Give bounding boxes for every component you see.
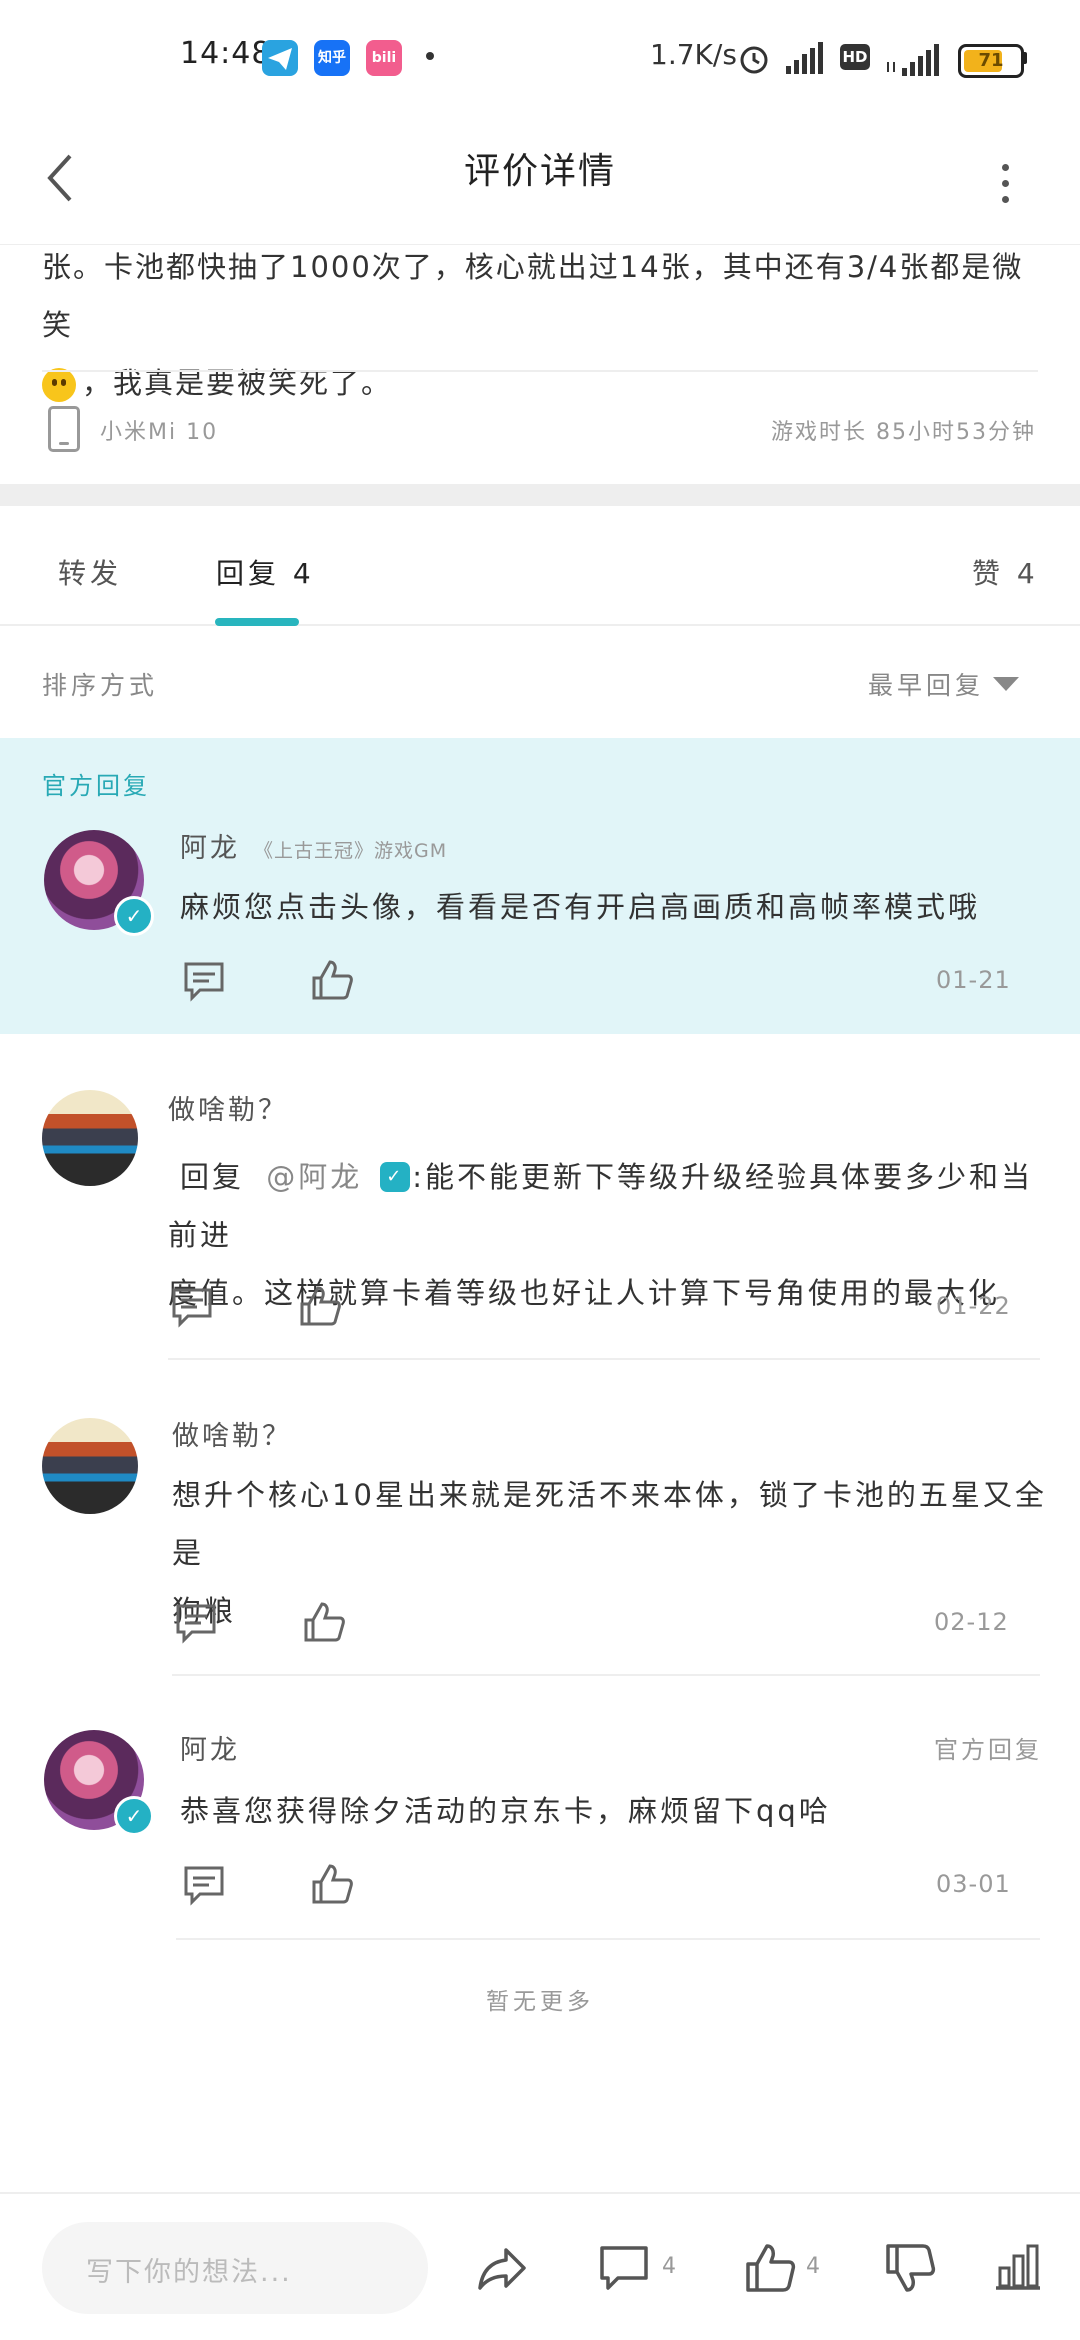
- active-tab-indicator: [215, 618, 299, 626]
- comment-icon[interactable]: [170, 1284, 214, 1328]
- comment-input-placeholder: 写下你的想法...: [86, 2257, 292, 2288]
- divider: [172, 1674, 1040, 1676]
- battery-tip: [1022, 52, 1027, 64]
- network-speed: 1.7K/s: [650, 38, 737, 71]
- thumbs-up-icon[interactable]: [302, 1600, 346, 1644]
- author-name[interactable]: 做啥勒？: [168, 1088, 288, 1127]
- official-reply-tag: 官方回复: [934, 1736, 1042, 1764]
- reply-text: 麻烦您点击头像，看看是否有开启高画质和高帧率模式哦: [180, 890, 981, 924]
- comment-icon[interactable]: [182, 1862, 226, 1906]
- author-name[interactable]: 阿龙: [180, 1728, 240, 1767]
- reply-text-line1: 想升个核心10星出来就是死活不来本体，锁了卡池的五星又全是: [172, 1478, 1047, 1570]
- battery-level: 71: [978, 50, 1004, 71]
- reply-date: 01-22: [936, 1292, 1011, 1320]
- thumbs-up-icon[interactable]: [744, 2242, 796, 2294]
- author-meta: 《上古王冠》游戏GM: [254, 840, 448, 862]
- telegram-icon: [262, 40, 298, 76]
- no-more-text: 暂无更多: [486, 1989, 594, 2015]
- author-name[interactable]: 阿龙: [180, 833, 240, 864]
- thumbs-up-icon[interactable]: [310, 1862, 354, 1906]
- zhihu-icon: 知乎: [314, 40, 350, 76]
- stats-icon[interactable]: [992, 2242, 1044, 2294]
- mention-link[interactable]: @阿龙: [266, 1160, 362, 1194]
- reply-date: 01-21: [936, 966, 1011, 994]
- app-header: 评价详情: [0, 118, 1080, 245]
- alarm-icon: [740, 46, 768, 74]
- divider: [176, 1938, 1040, 1940]
- status-bar: 14:48 知乎 bili 1.7K/s HD 71: [0, 0, 1080, 118]
- phone-icon: [48, 406, 80, 452]
- divider: [168, 1358, 1040, 1360]
- divider: [42, 370, 1038, 372]
- reply-date: 03-01: [936, 1870, 1011, 1898]
- thumbs-up-icon[interactable]: [310, 958, 354, 1002]
- avatar[interactable]: [42, 1090, 138, 1186]
- comment-input[interactable]: 写下你的想法...: [42, 2222, 428, 2314]
- reply-date: 02-12: [934, 1608, 1009, 1636]
- thumbs-up-icon[interactable]: [298, 1284, 342, 1328]
- comment-count: 4: [662, 2254, 676, 2279]
- bottom-bar-divider: [0, 2192, 1080, 2194]
- tab-replies[interactable]: 回复 4: [216, 552, 315, 592]
- signal-icon: [786, 42, 823, 74]
- verified-badge-icon: ✓: [380, 1162, 411, 1192]
- reply-prefix: 回复: [180, 1160, 245, 1194]
- review-text-line1: 张。卡池都快抽了1000次了，核心就出过14张，其中还有3/4张都是微笑: [42, 250, 1024, 342]
- comment-icon[interactable]: [174, 1600, 218, 1644]
- battery-icon: 71: [958, 44, 1024, 78]
- official-reply-label: 官方回复: [42, 772, 150, 800]
- sort-dropdown[interactable]: 最早回复: [868, 666, 984, 702]
- sort-label: 排序方式: [42, 671, 159, 700]
- smile-emoji-icon: [42, 368, 76, 402]
- notification-dot: [426, 52, 434, 60]
- play-time: 游戏时长 85小时53分钟: [771, 420, 1036, 445]
- verified-badge-icon: ✓: [114, 896, 154, 936]
- section-divider: [0, 484, 1080, 506]
- author-name[interactable]: 做啥勒？: [172, 1414, 292, 1453]
- share-icon[interactable]: [476, 2242, 528, 2294]
- tab-likes[interactable]: 赞 4: [972, 552, 1039, 592]
- device-name: 小米Mi 10: [100, 420, 219, 445]
- tab-forward[interactable]: 转发: [58, 552, 122, 592]
- avatar[interactable]: [42, 1418, 138, 1514]
- reply-text: 恭喜您获得除夕活动的京东卡，麻烦留下qq哈: [180, 1794, 831, 1828]
- reply-author[interactable]: 阿龙 《上古王冠》游戏GM: [180, 826, 447, 865]
- signal-4g-icon: [887, 44, 939, 76]
- review-text: 张。卡池都快抽了1000次了，核心就出过14张，其中还有3/4张都是微笑 ，我真…: [42, 238, 1042, 412]
- verified-badge-icon: ✓: [114, 1796, 154, 1836]
- like-count: 4: [806, 2254, 820, 2279]
- comment-icon[interactable]: [182, 958, 226, 1002]
- bilibili-icon: bili: [366, 40, 402, 76]
- thumbs-down-icon[interactable]: [884, 2242, 936, 2294]
- more-options-icon[interactable]: [990, 148, 1020, 208]
- comment-icon[interactable]: [598, 2242, 650, 2294]
- tabs-divider: [0, 624, 1080, 626]
- status-time: 14:48: [180, 36, 272, 71]
- page-title: 评价详情: [463, 151, 616, 192]
- caret-down-icon[interactable]: [993, 677, 1019, 691]
- hd-icon: HD: [840, 44, 870, 70]
